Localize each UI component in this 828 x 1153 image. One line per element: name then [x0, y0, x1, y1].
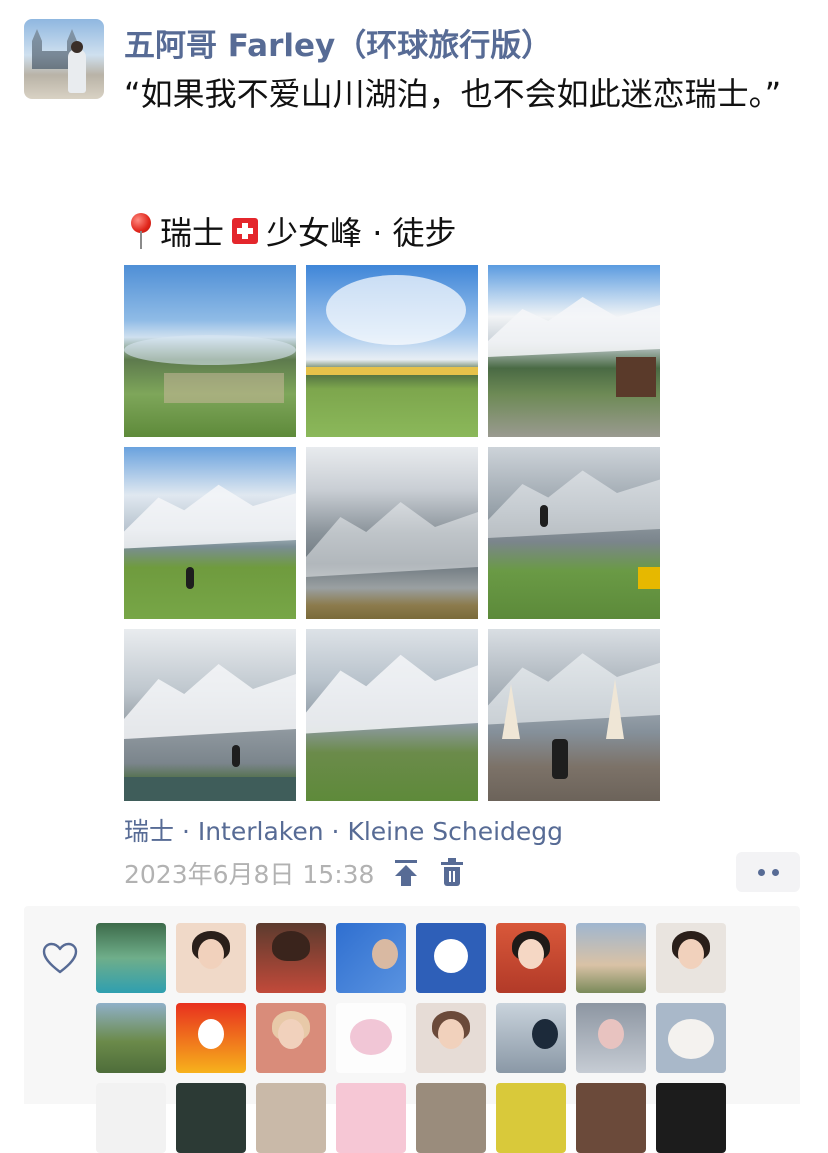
like-avatar[interactable] [256, 1003, 326, 1073]
like-avatar[interactable] [176, 923, 246, 993]
photo-1[interactable] [124, 265, 296, 437]
like-avatar[interactable] [256, 923, 326, 993]
post-tagline: 瑞士 少女峰 · 徒步 [130, 208, 457, 254]
heart-outline-icon [42, 942, 78, 974]
trash-icon[interactable] [438, 858, 466, 888]
post-location[interactable]: 瑞士 · Interlaken · Kleine Scheidegg [124, 812, 563, 848]
photo-8[interactable] [306, 629, 478, 801]
like-avatar[interactable] [96, 1003, 166, 1073]
like-avatar[interactable] [416, 923, 486, 993]
like-avatar[interactable] [496, 923, 566, 993]
photo-4[interactable] [124, 447, 296, 619]
photo-2[interactable] [306, 265, 478, 437]
more-dot [757, 868, 765, 876]
like-avatar[interactable] [416, 1003, 486, 1073]
like-avatar[interactable] [336, 1083, 406, 1153]
author-figure [68, 49, 86, 93]
author-name[interactable]: 五阿哥 Farley（环球旅行版） [124, 20, 552, 65]
tagline-place: 瑞士 [160, 214, 225, 252]
author-avatar[interactable] [24, 19, 104, 99]
photo-3[interactable] [488, 265, 660, 437]
author-head [71, 41, 83, 53]
like-avatar[interactable] [496, 1083, 566, 1153]
photo-7[interactable] [124, 629, 296, 801]
tagline-activity: 少女峰 · 徒步 [266, 214, 457, 252]
post-timestamp: 2023年6月8日 15:38 [124, 860, 375, 889]
like-avatar[interactable] [656, 1083, 726, 1153]
photo-5[interactable] [306, 447, 478, 619]
more-button[interactable] [736, 852, 800, 892]
like-avatar[interactable] [656, 1003, 726, 1073]
like-avatar[interactable] [176, 1083, 246, 1153]
round-pushpin-icon [130, 213, 152, 249]
likes-panel [24, 906, 800, 1153]
like-avatar[interactable] [416, 1083, 486, 1153]
like-avatar[interactable] [336, 923, 406, 993]
post-meta: 2023年6月8日 15:38 [124, 855, 466, 891]
more-dot [771, 868, 779, 876]
like-avatar[interactable] [176, 1003, 246, 1073]
photo-6[interactable] [488, 447, 660, 619]
like-avatar[interactable] [576, 1083, 646, 1153]
post-text: “如果我不爱山川湖泊，也不会如此迷恋瑞士。” [124, 75, 782, 113]
photo-grid [124, 265, 660, 801]
like-avatar[interactable] [96, 923, 166, 993]
like-avatar[interactable] [496, 1003, 566, 1073]
like-avatar[interactable] [656, 923, 726, 993]
like-avatar[interactable] [96, 1083, 166, 1153]
like-avatar[interactable] [576, 923, 646, 993]
swiss-flag-icon [232, 218, 259, 244]
like-avatar[interactable] [256, 1083, 326, 1153]
photo-9[interactable] [488, 629, 660, 801]
like-avatar[interactable] [336, 1003, 406, 1073]
like-avatars [96, 923, 726, 1153]
like-avatar[interactable] [576, 1003, 646, 1073]
pin-to-top-icon[interactable] [392, 858, 420, 888]
